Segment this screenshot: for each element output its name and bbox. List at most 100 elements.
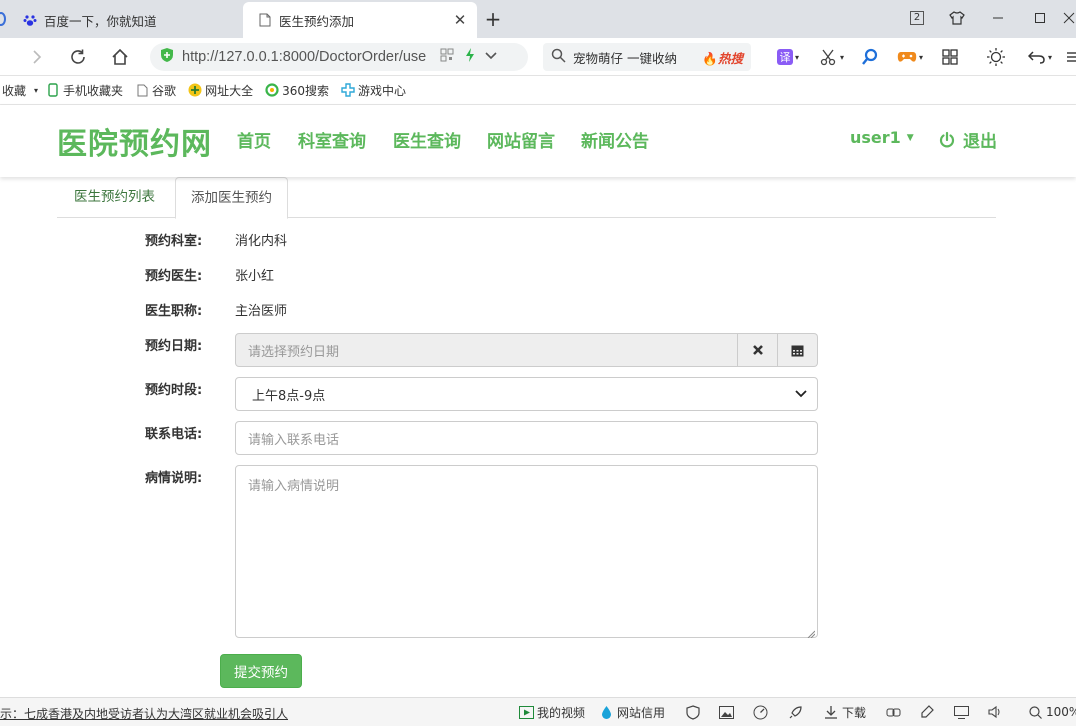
tab-edge-icon bbox=[0, 12, 6, 26]
time-slot-value: 上午8点-9点 bbox=[252, 388, 326, 404]
phone-icon bbox=[46, 83, 60, 97]
browser-tab-baidu[interactable]: 百度一下，你就知道 bbox=[0, 2, 242, 38]
bookmarks-bar: 收藏 ▾ 手机收藏夹 谷歌 网址大全 360搜索 游戏中心 bbox=[0, 76, 1076, 105]
search-text: 宠物萌仔 一键收纳 bbox=[573, 50, 677, 66]
calendar-button[interactable] bbox=[778, 333, 818, 367]
nav-news[interactable]: 新闻公告 bbox=[581, 127, 649, 152]
tab-add-order[interactable]: 添加医生预约 bbox=[175, 177, 288, 219]
menu-icon[interactable] bbox=[1066, 46, 1076, 68]
link-icon[interactable] bbox=[886, 703, 901, 721]
clear-date-button[interactable] bbox=[738, 333, 778, 367]
qr-code-icon[interactable] bbox=[440, 48, 454, 66]
submit-order-button[interactable]: 提交预约 bbox=[220, 654, 302, 688]
droplet-icon bbox=[598, 704, 614, 720]
minimize-icon[interactable] bbox=[986, 6, 1010, 30]
brightness-icon[interactable] bbox=[985, 46, 1007, 68]
speed-icon[interactable] bbox=[753, 703, 768, 721]
bookmark-mobile[interactable]: 手机收藏夹 bbox=[46, 82, 123, 99]
window-close-icon[interactable] bbox=[1062, 6, 1076, 30]
new-tab-button[interactable]: + bbox=[481, 8, 505, 32]
shield-icon[interactable] bbox=[686, 703, 700, 721]
video-icon bbox=[518, 704, 534, 720]
resize-grip-icon[interactable] bbox=[807, 627, 816, 639]
page-tabs: 医生预约列表 添加医生预约 bbox=[57, 177, 996, 219]
time-slot-select[interactable]: 上午8点-9点 bbox=[235, 377, 818, 411]
translate-icon[interactable]: 译 ▾ bbox=[772, 46, 804, 68]
clean-icon[interactable] bbox=[920, 703, 934, 721]
date-label: 预约日期: bbox=[145, 339, 203, 354]
bookmark-game-center[interactable]: 游戏中心 bbox=[341, 82, 406, 99]
gamepad-icon[interactable]: ▾ bbox=[893, 46, 927, 68]
chevron-down-icon bbox=[795, 390, 807, 398]
nav-department-query[interactable]: 科室查询 bbox=[298, 127, 366, 152]
department-label: 预约科室: bbox=[145, 234, 203, 249]
doctor-label: 预约医生: bbox=[145, 269, 203, 284]
browser-tab-doctor-order[interactable]: 医生预约添加 ✕ bbox=[243, 2, 477, 38]
volume-icon[interactable] bbox=[988, 703, 1003, 721]
main-content: 医生预约列表 添加医生预约 预约科室: 消化内科 预约医生: 张小红 医生职称:… bbox=[0, 177, 1076, 697]
browser-address-bar: http://127.0.0.1:8000/DoctorOrder/use 宠物… bbox=[0, 38, 1076, 76]
nav-message-board[interactable]: 网站留言 bbox=[487, 127, 555, 152]
browser-search-box[interactable]: 宠物萌仔 一键收纳 🔥热搜 bbox=[543, 43, 751, 71]
chevron-down-icon[interactable] bbox=[484, 50, 498, 65]
shirt-icon[interactable] bbox=[946, 6, 968, 30]
tab-title: 百度一下，你就知道 bbox=[44, 13, 157, 29]
home-icon[interactable] bbox=[107, 44, 133, 70]
rocket-icon[interactable] bbox=[788, 703, 803, 721]
reload-icon[interactable] bbox=[65, 44, 91, 70]
page-icon bbox=[257, 12, 273, 28]
condition-description-textarea[interactable]: 请输入病情说明 bbox=[235, 465, 818, 639]
date-picker-group: 请选择预约日期 bbox=[235, 333, 818, 367]
search-icon bbox=[551, 48, 566, 66]
browser-status-bar: 示：七成香港及内地受访者认为大湾区就业机会吸引人 我的视频 网站信用 下载 10… bbox=[0, 697, 1076, 726]
close-icon[interactable]: ✕ bbox=[449, 9, 471, 31]
window-count-badge[interactable]: 2 bbox=[906, 6, 928, 30]
my-video-button[interactable]: 我的视频 bbox=[518, 703, 585, 721]
news-ticker[interactable]: 示：七成香港及内地受访者认为大湾区就业机会吸引人 bbox=[0, 705, 288, 722]
apps-grid-icon[interactable] bbox=[940, 46, 960, 68]
download-button[interactable]: 下载 bbox=[823, 703, 866, 721]
url-text[interactable]: http://127.0.0.1:8000/DoctorOrder/use bbox=[182, 49, 434, 65]
maximize-icon[interactable] bbox=[1028, 6, 1052, 30]
page-icon bbox=[135, 83, 149, 97]
close-icon bbox=[752, 344, 764, 356]
department-value: 消化内科 bbox=[235, 234, 288, 249]
screen-icon[interactable] bbox=[954, 703, 969, 721]
url-bar[interactable]: http://127.0.0.1:8000/DoctorOrder/use bbox=[150, 43, 528, 71]
tab-title: 医生预约添加 bbox=[279, 13, 355, 29]
globe-icon bbox=[188, 83, 202, 97]
phone-input[interactable]: 请输入联系电话 bbox=[235, 421, 818, 455]
scissors-icon[interactable]: ▾ bbox=[816, 46, 848, 68]
bookmark-hao123[interactable]: 网址大全 bbox=[188, 82, 253, 99]
tab-order-list[interactable]: 医生预约列表 bbox=[59, 177, 170, 218]
site-logo[interactable]: 医院预约网 bbox=[57, 119, 212, 163]
bookmark-360-search[interactable]: 360搜索 bbox=[265, 82, 329, 99]
secure-shield-icon bbox=[160, 47, 174, 67]
bookmark-favorites[interactable]: 收藏 ▾ bbox=[2, 82, 38, 99]
magnifier-icon[interactable] bbox=[860, 46, 880, 68]
date-input[interactable]: 请选择预约日期 bbox=[235, 333, 738, 367]
bookmark-google[interactable]: 谷歌 bbox=[135, 82, 176, 99]
zoom-level[interactable]: 100% bbox=[1027, 703, 1076, 721]
time-label: 预约时段: bbox=[145, 383, 203, 398]
hot-search-badge[interactable]: 🔥热搜 bbox=[702, 48, 743, 67]
doctor-value: 张小红 bbox=[235, 269, 275, 284]
undo-icon[interactable]: ▾ bbox=[1024, 46, 1056, 68]
flame-icon: 🔥 bbox=[702, 50, 718, 66]
nav-home[interactable]: 首页 bbox=[237, 127, 271, 152]
site-navbar: 医院预约网 首页 科室查询 医生查询 网站留言 新闻公告 user1 ▼ 退出 bbox=[0, 105, 1076, 177]
nav-doctor-query[interactable]: 医生查询 bbox=[393, 127, 461, 152]
image-icon[interactable] bbox=[719, 703, 734, 721]
lightning-icon[interactable] bbox=[464, 47, 476, 67]
desc-placeholder: 请输入病情说明 bbox=[248, 479, 340, 494]
logout-button[interactable]: 退出 bbox=[938, 127, 997, 152]
caret-down-icon: ▾ bbox=[34, 85, 39, 95]
logout-label: 退出 bbox=[963, 132, 997, 152]
desc-label: 病情说明: bbox=[145, 471, 203, 486]
site-credit-button[interactable]: 网站信用 bbox=[598, 703, 665, 721]
user-menu[interactable]: user1 ▼ bbox=[850, 128, 914, 147]
search-360-icon bbox=[265, 83, 279, 97]
game-icon bbox=[341, 83, 355, 97]
calendar-icon bbox=[791, 344, 804, 357]
forward-icon[interactable] bbox=[24, 44, 50, 70]
